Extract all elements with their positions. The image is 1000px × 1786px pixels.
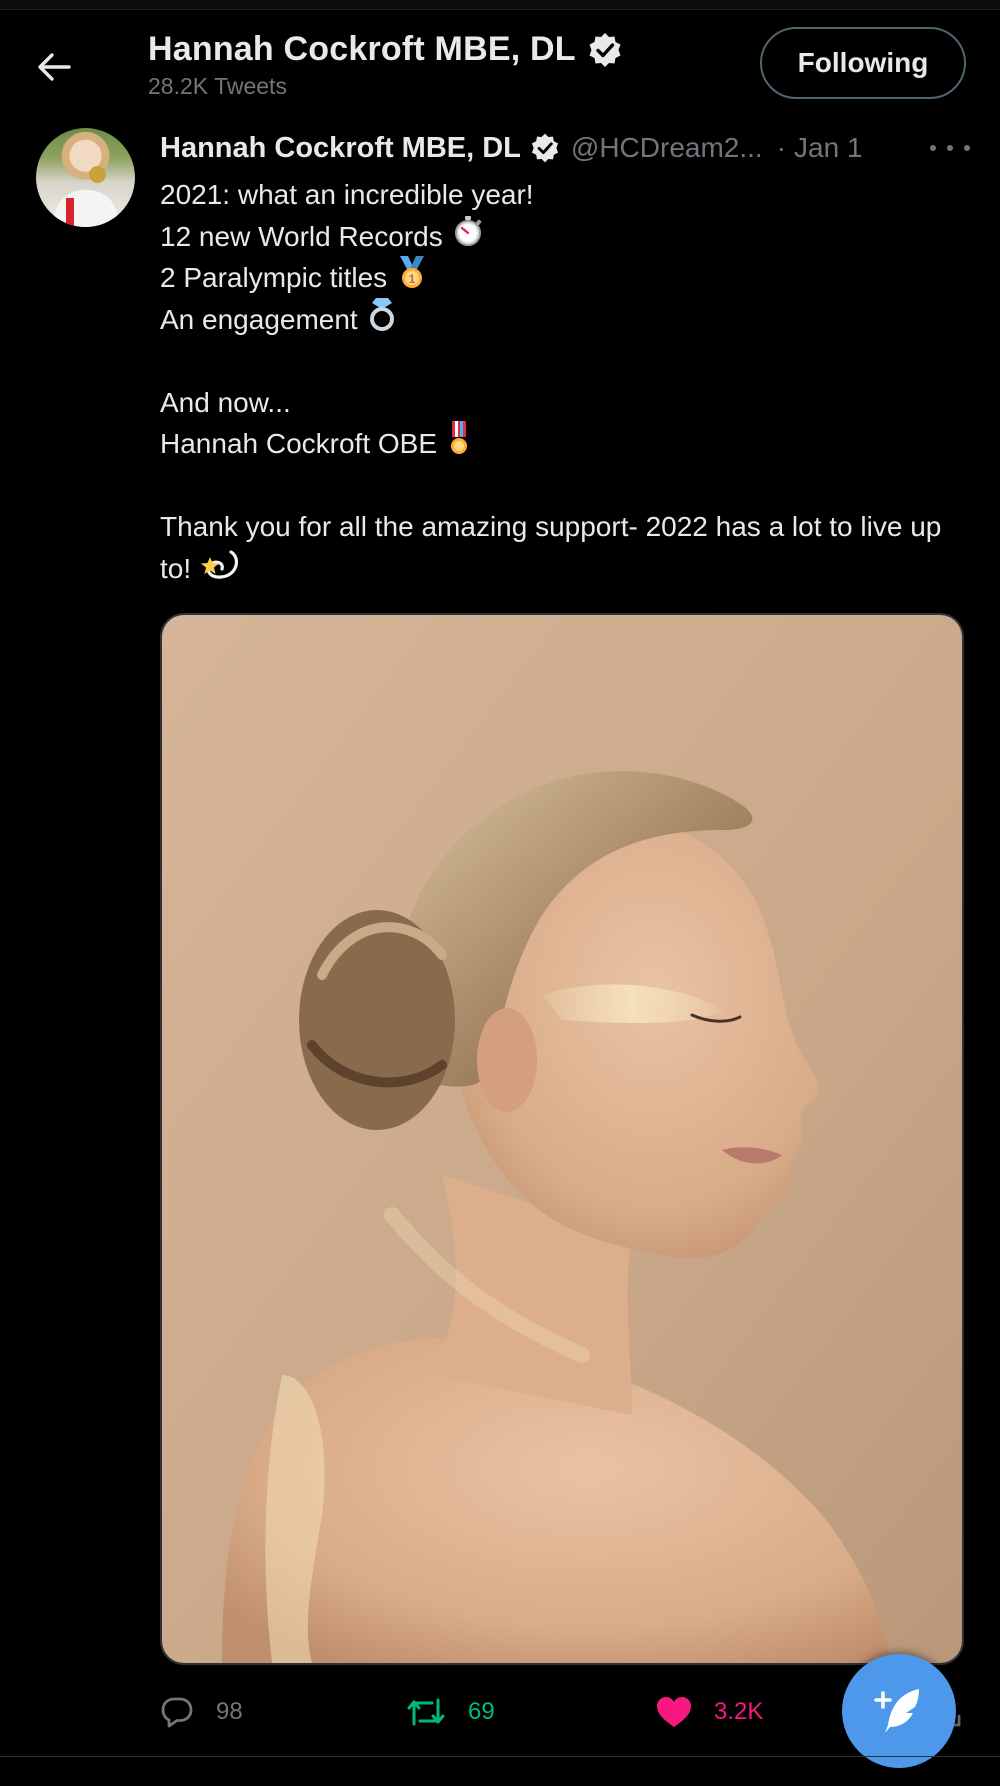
separator-dot: · bbox=[776, 132, 787, 163]
tweet-line: Hannah Cockroft OBE bbox=[160, 420, 950, 468]
tweet-line: Thank you for all the amazing support- 2… bbox=[160, 506, 950, 591]
status-bar-edge bbox=[0, 0, 1000, 10]
divider bbox=[0, 1756, 1000, 1757]
author-name[interactable]: Hannah Cockroft MBE, DL bbox=[160, 132, 521, 165]
dizzy-emoji bbox=[201, 549, 239, 591]
reply-count: 98 bbox=[216, 1698, 243, 1725]
first-place-medal-emoji: 1 bbox=[397, 255, 427, 301]
heart-icon bbox=[657, 1697, 691, 1727]
compose-tweet-icon bbox=[874, 1689, 919, 1733]
profile-header: Hannah Cockroft MBE, DL 28.2K Tweets Fol… bbox=[0, 10, 1000, 120]
ring-emoji bbox=[368, 297, 396, 343]
verified-badge-icon bbox=[529, 132, 561, 164]
tweet-header: Hannah Cockroft MBE, DL @HCDream2... · J… bbox=[160, 128, 950, 168]
compose-tweet-button[interactable] bbox=[842, 1654, 956, 1768]
tweet-count: 28.2K Tweets bbox=[148, 73, 287, 99]
portrait-photo bbox=[162, 615, 962, 1663]
like-count: 3.2K bbox=[714, 1698, 764, 1725]
tweet-text: 2021: what an incredible year! 12 new Wo… bbox=[160, 174, 950, 591]
avatar[interactable] bbox=[36, 128, 135, 227]
more-options-icon[interactable] bbox=[930, 136, 970, 160]
reply-button[interactable]: 98 bbox=[160, 1686, 243, 1738]
tweet-photo[interactable] bbox=[160, 613, 964, 1665]
tweet-line: 2021: what an incredible year! bbox=[160, 179, 534, 210]
stopwatch-emoji bbox=[453, 215, 483, 259]
tweet-line: 12 new World Records bbox=[160, 215, 950, 259]
retweet-count: 69 bbox=[468, 1698, 495, 1725]
military-medal-emoji bbox=[447, 420, 471, 468]
retweet-button[interactable]: 69 bbox=[406, 1686, 495, 1738]
page-title: Hannah Cockroft MBE, DL bbox=[148, 30, 576, 68]
tweet-actions: 98 69 3.2K bbox=[160, 1686, 961, 1738]
like-button[interactable]: 3.2K bbox=[656, 1686, 763, 1738]
back-arrow-icon bbox=[38, 53, 71, 81]
svg-text:1: 1 bbox=[409, 272, 416, 286]
retweet-icon bbox=[407, 1698, 445, 1726]
reply-icon bbox=[161, 1697, 193, 1728]
author-handle[interactable]: @HCDream2... bbox=[571, 132, 763, 164]
tweet-line: An engagement bbox=[160, 297, 950, 343]
verified-badge-icon bbox=[586, 31, 624, 69]
header-name-row: Hannah Cockroft MBE, DL bbox=[148, 30, 624, 69]
tweet-date[interactable]: Jan 1 bbox=[794, 132, 863, 164]
following-button[interactable]: Following bbox=[760, 27, 966, 99]
tweet-line: 2 Paralympic titles 1 bbox=[160, 255, 950, 301]
tweet-line: And now... bbox=[160, 386, 291, 418]
back-button[interactable] bbox=[34, 47, 74, 87]
